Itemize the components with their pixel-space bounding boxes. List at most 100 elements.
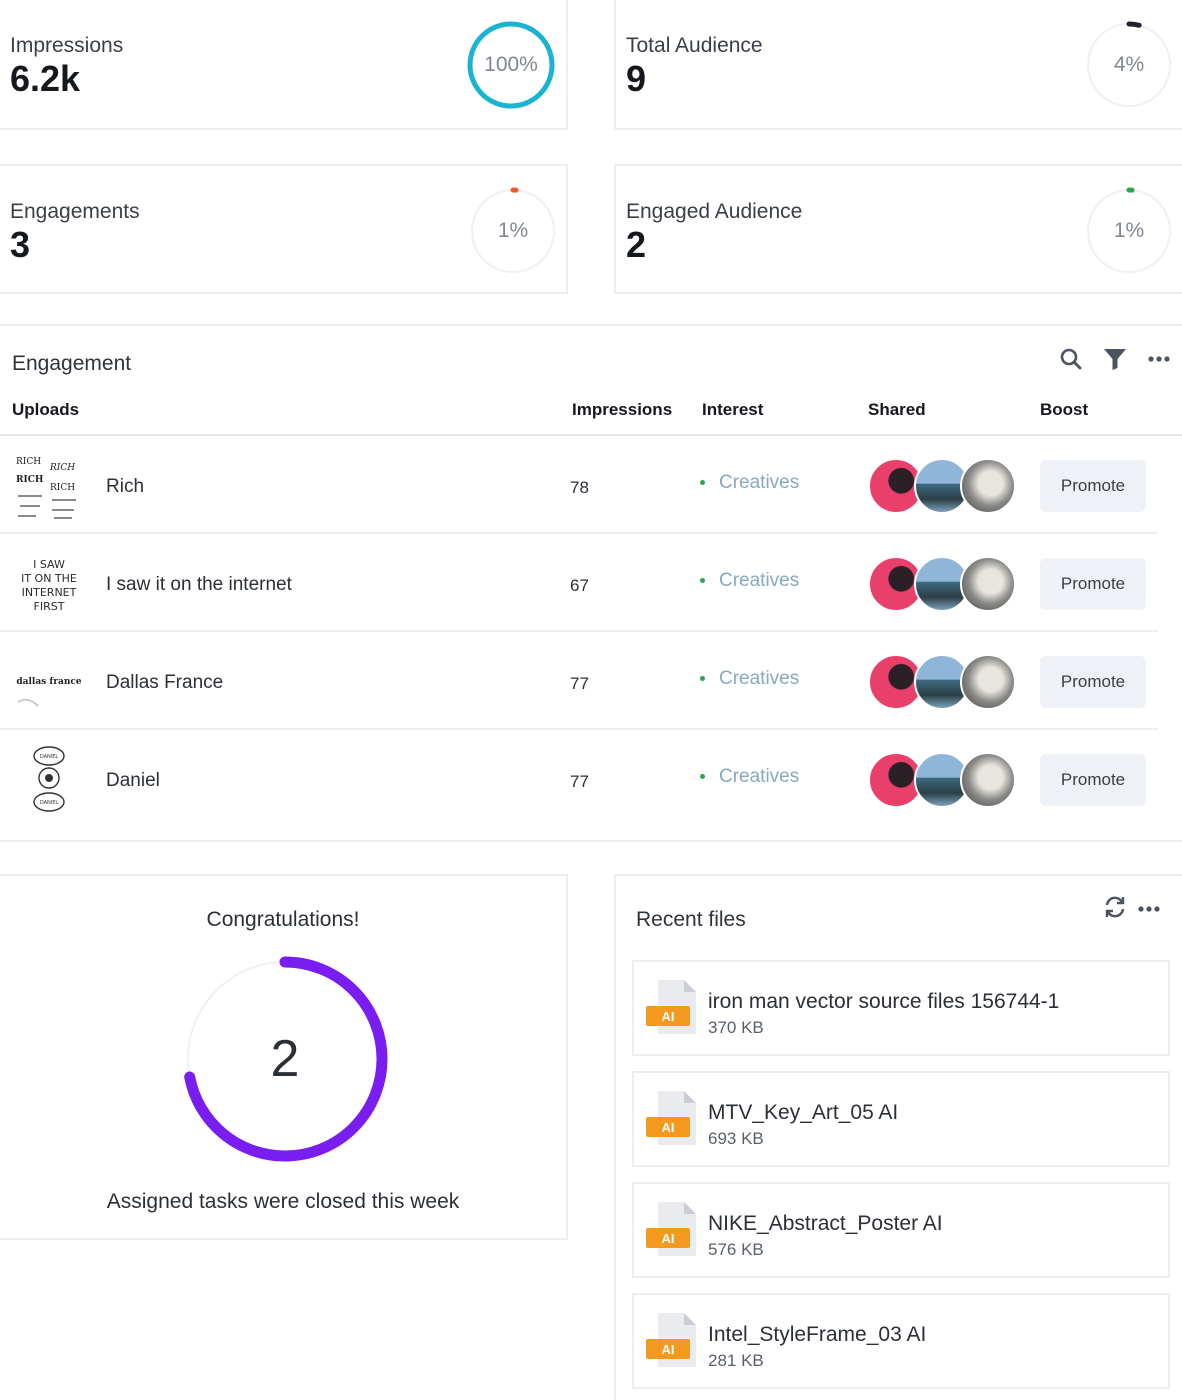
ai-file-icon: AI (646, 1202, 696, 1256)
file-name[interactable]: MTV_Key_Art_05 AI (708, 1101, 898, 1125)
percent-ring: 1% (1084, 186, 1174, 276)
upload-thumbnail-internet: I SAW IT ON THE INTERNET FIRST (21, 558, 77, 613)
more-icon[interactable] (1146, 346, 1172, 372)
status-dot (700, 774, 705, 780)
stat-value: 2 (626, 224, 647, 265)
table-row[interactable]: dallas france Dallas France 77 Creatives… (0, 634, 1158, 730)
impressions-value: 77 (570, 674, 589, 693)
stat-value: 6.2k (10, 58, 81, 99)
stat-card-engaged-audience: Engaged Audience 2 1% (614, 164, 1182, 294)
engagement-title: Engagement (12, 352, 132, 375)
upload-name[interactable]: I saw it on the internet (106, 574, 292, 596)
upload-thumbnail-dallas: dallas france (16, 677, 82, 707)
percent-label: 1% (1113, 219, 1145, 242)
stat-value: 9 (626, 58, 647, 99)
percent-label: 100% (484, 53, 538, 76)
interest-tag: Creatives (700, 766, 799, 788)
file-item[interactable]: AI Intel_StyleFrame_03 AI 281 KB (632, 1293, 1170, 1389)
file-name[interactable]: NIKE_Abstract_Poster AI (708, 1212, 943, 1236)
column-uploads[interactable]: Uploads (12, 400, 79, 420)
search-icon[interactable] (1058, 346, 1084, 372)
thumb-text: I SAW (33, 558, 65, 571)
thumb-text: IT ON THE (21, 572, 77, 585)
percent-label: 1% (497, 219, 529, 242)
shared-avatars[interactable] (868, 752, 1018, 808)
file-size: 281 KB (708, 1351, 764, 1370)
table-row[interactable]: DANIEL DANIEL Daniel 77 Creatives Promot… (0, 732, 1158, 828)
congrats-card: Congratulations! 2 Assigned tasks were c… (0, 874, 568, 1240)
percent-ring: 100% (466, 20, 556, 110)
upload-name[interactable]: Daniel (106, 770, 160, 792)
table-row[interactable]: RICH RICH RICH RICH Rich 78 Creatives Pr… (0, 438, 1158, 534)
file-item[interactable]: AI NIKE_Abstract_Poster AI 576 KB (632, 1182, 1170, 1278)
thumb-text: RICH (50, 483, 75, 493)
header-divider (0, 434, 1182, 436)
ai-file-icon: AI (646, 1313, 696, 1367)
refresh-icon[interactable] (1102, 894, 1128, 920)
congrats-subtitle: Assigned tasks were closed this week (106, 1190, 460, 1213)
thumb-text: RICH (16, 475, 44, 485)
thumb-text: INTERNET (22, 586, 77, 599)
upload-name[interactable]: Rich (106, 476, 144, 498)
file-badge: AI (662, 1120, 675, 1135)
stat-card-impressions: Impressions 6.2k 100% (0, 0, 568, 130)
interest-label: Creatives (719, 766, 800, 787)
interest-label: Creatives (719, 668, 800, 689)
avatar[interactable] (960, 752, 1016, 808)
shared-avatars[interactable] (868, 654, 1018, 710)
upload-name[interactable]: Dallas France (106, 672, 223, 694)
stat-label: Impressions (10, 34, 124, 57)
column-boost[interactable]: Boost (1040, 400, 1088, 420)
stat-label: Engagements (10, 200, 140, 223)
recent-files-title: Recent files (636, 908, 746, 931)
impressions-value: 67 (570, 576, 589, 595)
engagement-panel: Engagement Uploads Impressions Interest … (0, 324, 1182, 842)
promote-button[interactable]: Promote (1040, 656, 1146, 708)
upload-thumbnail-rich: RICH RICH RICH RICH (16, 457, 76, 519)
interest-tag: Creatives (700, 570, 799, 592)
ai-file-icon: AI (646, 1091, 696, 1145)
interest-tag: Creatives (700, 668, 799, 690)
percent-label: 4% (1113, 53, 1145, 76)
file-size: 576 KB (708, 1240, 764, 1259)
status-dot (700, 676, 705, 682)
recent-files-panel: Recent files AI iron man vector source f… (614, 874, 1182, 1400)
stat-value: 3 (10, 224, 31, 265)
interest-label: Creatives (719, 570, 800, 591)
thumb-text: DANIEL (40, 754, 59, 760)
column-impressions[interactable]: Impressions (572, 400, 672, 420)
shared-avatars[interactable] (868, 458, 1018, 514)
interest-tag: Creatives (700, 472, 799, 494)
promote-button[interactable]: Promote (1040, 460, 1146, 512)
stat-card-total-audience: Total Audience 9 4% (614, 0, 1182, 130)
file-name[interactable]: iron man vector source files 156744-1 (708, 990, 1059, 1014)
avatar[interactable] (960, 654, 1016, 710)
shared-avatars[interactable] (868, 556, 1018, 612)
closed-task-count: 2 (270, 1030, 300, 1088)
stat-label: Engaged Audience (626, 200, 803, 223)
status-dot (700, 578, 705, 584)
avatar[interactable] (960, 458, 1016, 514)
filter-icon[interactable] (1102, 346, 1128, 372)
column-shared[interactable]: Shared (868, 400, 926, 420)
promote-button[interactable]: Promote (1040, 754, 1146, 806)
congrats-title: Congratulations! (206, 908, 360, 931)
file-badge: AI (662, 1231, 675, 1246)
promote-button[interactable]: Promote (1040, 558, 1146, 610)
column-interest[interactable]: Interest (702, 400, 763, 420)
impressions-value: 77 (570, 772, 589, 791)
file-badge: AI (662, 1009, 675, 1024)
thumb-text: DANIEL (40, 800, 59, 806)
more-icon[interactable] (1136, 896, 1162, 922)
ai-file-icon: AI (646, 980, 696, 1034)
file-item[interactable]: AI iron man vector source files 156744-1… (632, 960, 1170, 1056)
thumb-text: RICH (16, 457, 41, 467)
avatar[interactable] (960, 556, 1016, 612)
thumb-text: dallas france (16, 677, 81, 687)
file-item[interactable]: AI MTV_Key_Art_05 AI 693 KB (632, 1071, 1170, 1167)
file-name[interactable]: Intel_StyleFrame_03 AI (708, 1323, 926, 1347)
table-row[interactable]: I SAW IT ON THE INTERNET FIRST I saw it … (0, 536, 1158, 632)
upload-thumbnail-daniel: DANIEL DANIEL (33, 746, 65, 812)
thumb-text: FIRST (34, 600, 65, 613)
interest-label: Creatives (719, 472, 800, 493)
